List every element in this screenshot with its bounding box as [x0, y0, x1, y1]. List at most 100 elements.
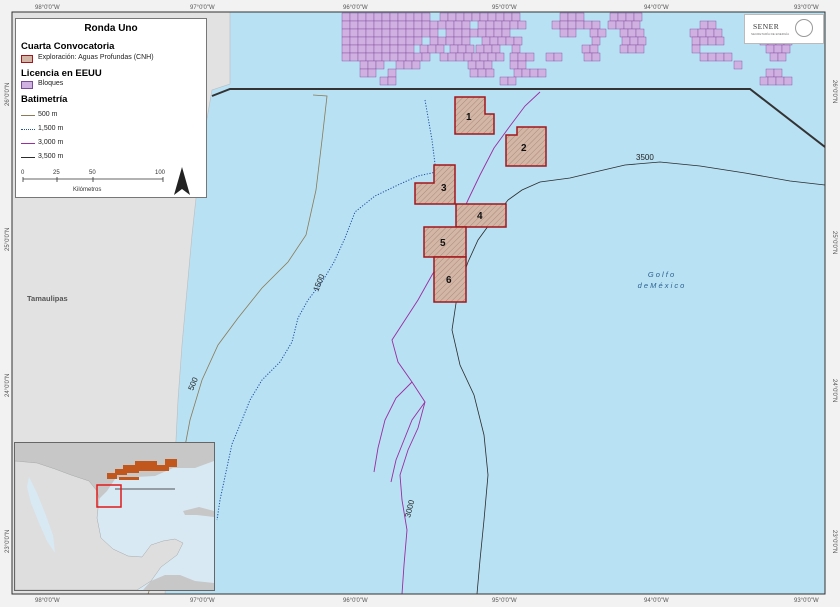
- scale-tick-25: 25: [53, 170, 60, 176]
- us-block-cell: [365, 12, 375, 22]
- us-block-cell: [607, 20, 617, 30]
- us-block-cell: [635, 28, 645, 38]
- us-block-cell: [511, 12, 521, 22]
- us-block-cell: [365, 36, 375, 46]
- us-block-cell: [389, 20, 399, 30]
- coord-bottom-96: 96°0'0"W: [343, 598, 368, 604]
- us-block-cell: [389, 12, 399, 22]
- us-block-cell: [477, 68, 487, 78]
- us-block-cell: [479, 12, 489, 22]
- us-block-cell: [507, 76, 517, 86]
- us-block-cell: [421, 52, 431, 62]
- coord-right-26: 26°0'0"N: [831, 80, 837, 103]
- us-block-cell: [349, 36, 359, 46]
- us-block-cell: [689, 28, 699, 38]
- us-block-cell: [413, 12, 423, 22]
- gulf-label-line1: G o l f o: [648, 270, 674, 279]
- logo-subtitle: SECRETARÍA DE ENERGÍA: [751, 32, 790, 36]
- block-3-label: 3: [441, 183, 447, 194]
- us-block-cell: [783, 76, 793, 86]
- us-block-cell: [447, 52, 457, 62]
- us-block-cell: [567, 20, 577, 30]
- us-block-cell: [511, 44, 521, 54]
- us-block-cell: [485, 28, 495, 38]
- scale-tick-50: 50: [89, 170, 96, 176]
- us-block-cell: [715, 36, 725, 46]
- us-block-cell: [381, 28, 391, 38]
- us-block-cell: [567, 28, 577, 38]
- us-block-cell: [619, 28, 629, 38]
- us-block-cell: [435, 44, 445, 54]
- us-block-cell: [445, 36, 455, 46]
- legend-line-500: [21, 115, 35, 116]
- us-block-cell: [349, 52, 359, 62]
- us-block-cell: [591, 36, 601, 46]
- inset-map: [14, 442, 215, 591]
- us-block-cell: [365, 20, 375, 30]
- us-block-cell: [461, 28, 471, 38]
- us-block-cell: [341, 20, 351, 30]
- us-block-cell: [621, 36, 631, 46]
- coord-top-95: 95°0'0"W: [492, 5, 517, 11]
- us-block-cell: [509, 20, 519, 30]
- us-block-cell: [517, 60, 527, 70]
- us-block-cell: [589, 44, 599, 54]
- us-block-cell: [445, 20, 455, 30]
- us-block-cell: [723, 52, 733, 62]
- us-block-cell: [635, 44, 645, 54]
- block-5-label: 5: [440, 238, 446, 249]
- legend-title: Ronda Uno: [84, 23, 138, 34]
- us-block-cell: [589, 28, 599, 38]
- us-block-cell: [397, 44, 407, 54]
- sener-logo: SENER SECRETARÍA DE ENERGÍA: [744, 14, 824, 44]
- us-block-cell: [365, 44, 375, 54]
- legend-line-3000: [21, 143, 35, 144]
- us-block-cell: [381, 36, 391, 46]
- coord-top-96: 96°0'0"W: [343, 5, 368, 11]
- us-block-cell: [381, 52, 391, 62]
- block-4-label: 4: [477, 211, 483, 222]
- us-block-cell: [357, 36, 367, 46]
- us-block-cell: [467, 60, 477, 70]
- us-block-cell: [493, 28, 503, 38]
- us-block-cell: [487, 12, 497, 22]
- us-block-cell: [509, 52, 519, 62]
- us-block-cell: [357, 28, 367, 38]
- us-block-cell: [477, 20, 487, 30]
- us-block-cell: [387, 68, 397, 78]
- us-block-cell: [397, 20, 407, 30]
- us-block-cell: [479, 52, 489, 62]
- us-block-cell: [493, 20, 503, 30]
- coord-bottom-95: 95°0'0"W: [492, 598, 517, 604]
- us-block-cell: [447, 12, 457, 22]
- us-block-cell: [623, 20, 633, 30]
- us-block-cell: [427, 44, 437, 54]
- us-block-cell: [697, 28, 707, 38]
- us-block-cell: [405, 28, 415, 38]
- us-block-cell: [469, 28, 479, 38]
- us-block-cell: [609, 12, 619, 22]
- us-block-cell: [413, 36, 423, 46]
- us-block-cell: [583, 20, 593, 30]
- north-arrow-icon: [174, 167, 190, 195]
- coord-left-24: 24°0'0"N: [5, 374, 11, 397]
- us-block-cell: [349, 12, 359, 22]
- us-block-cell: [485, 20, 495, 30]
- us-block-cell: [455, 52, 465, 62]
- us-block-cell: [625, 12, 635, 22]
- us-block-cell: [449, 44, 459, 54]
- us-block-cell: [357, 20, 367, 30]
- us-block-cell: [777, 52, 787, 62]
- us-block-cell: [413, 52, 423, 62]
- legend-line-3500: [21, 157, 35, 158]
- us-block-cell: [627, 44, 637, 54]
- gulf-label-line2: d e M é x i c o: [638, 281, 685, 290]
- us-block-cell: [439, 12, 449, 22]
- us-block-cell: [461, 20, 471, 30]
- scale-tick-0: 0: [21, 170, 25, 176]
- us-block-cell: [445, 28, 455, 38]
- us-block-cell: [499, 76, 509, 86]
- us-block-cell: [455, 12, 465, 22]
- us-block-cell: [463, 52, 473, 62]
- us-block-cell: [421, 20, 431, 30]
